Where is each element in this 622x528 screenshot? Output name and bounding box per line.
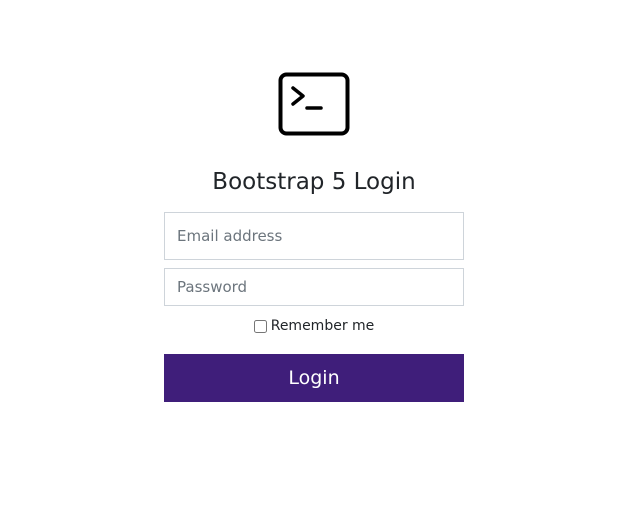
terminal-icon: [278, 72, 350, 136]
remember-me-checkbox[interactable]: [253, 319, 267, 333]
remember-me[interactable]: Remember me: [164, 316, 464, 336]
remember-me-label: Remember me: [270, 318, 375, 334]
page-title: Bootstrap 5 Login: [212, 169, 416, 195]
password-field[interactable]: [164, 268, 464, 306]
login-button[interactable]: Login: [164, 354, 464, 402]
email-field[interactable]: [164, 212, 464, 260]
